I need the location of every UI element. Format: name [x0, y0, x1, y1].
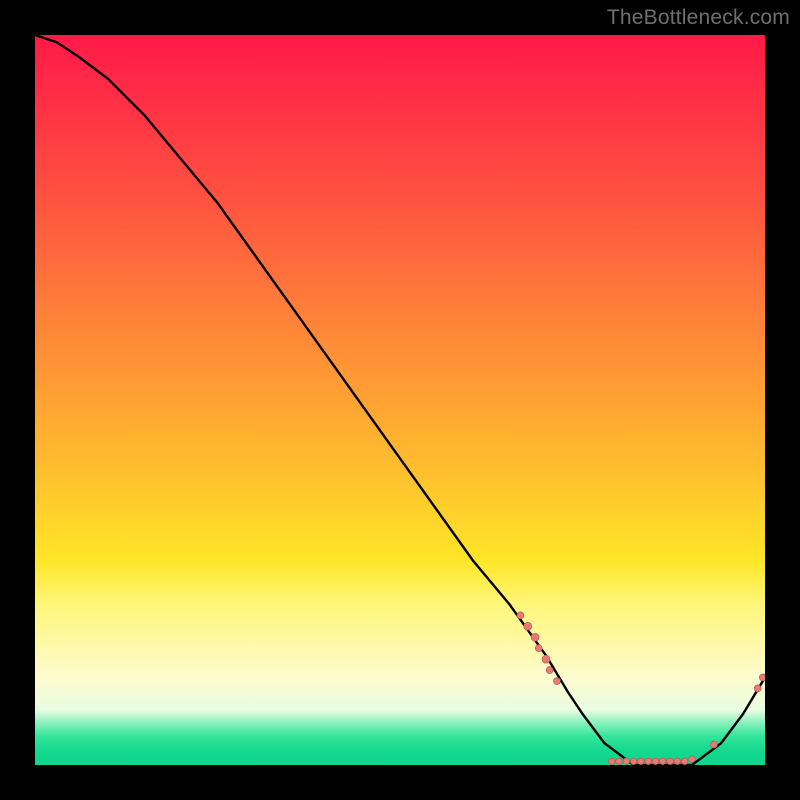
scatter-dot — [660, 758, 667, 765]
scatter-dot — [630, 758, 637, 765]
scatter-dot — [754, 685, 761, 692]
scatter-dot — [608, 758, 615, 765]
scatter-dot — [524, 622, 532, 630]
scatter-dot — [517, 612, 524, 619]
scatter-dot — [546, 667, 553, 674]
scatter-dot — [689, 756, 696, 763]
scatter-dot — [652, 758, 659, 765]
scatter-dot — [535, 645, 542, 652]
scatter-dot — [542, 655, 550, 663]
scatter-dot — [645, 758, 652, 765]
scatter-dot — [638, 758, 645, 765]
scatter-dot — [674, 758, 681, 765]
scatter-dot — [553, 678, 560, 685]
scatter-dot — [710, 741, 717, 748]
scatter-dot — [667, 758, 674, 765]
curve-group — [35, 35, 765, 765]
bottleneck-curve — [35, 35, 765, 765]
chart-svg — [35, 35, 765, 765]
scatter-dot — [616, 758, 623, 765]
scatter-dot — [759, 674, 765, 681]
scatter-dot — [681, 758, 688, 765]
scatter-dot — [531, 633, 539, 641]
scatter-dot — [623, 758, 630, 765]
watermark-text: TheBottleneck.com — [607, 6, 790, 30]
scatter-dots — [517, 612, 765, 765]
plot-area — [35, 35, 765, 765]
chart-frame: TheBottleneck.com — [0, 0, 800, 800]
